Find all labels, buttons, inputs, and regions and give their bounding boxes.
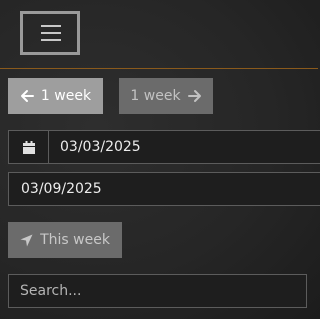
end-date-value: 03/09/2025 <box>21 181 102 197</box>
next-week-button[interactable]: 1 week <box>119 78 213 114</box>
top-navbar <box>0 0 318 69</box>
hamburger-menu-icon <box>41 25 61 27</box>
end-date-field[interactable]: 03/09/2025 <box>8 172 320 206</box>
previous-week-button[interactable]: 1 week <box>8 78 103 114</box>
start-date-value: 03/03/2025 <box>60 139 141 155</box>
this-week-label: This week <box>40 232 110 248</box>
calendar-addon[interactable] <box>9 131 49 163</box>
this-week-button[interactable]: This week <box>8 222 122 258</box>
hamburger-menu-icon-bar <box>41 39 61 41</box>
next-week-label: 1 week <box>130 88 181 104</box>
location-arrow-icon <box>20 234 33 246</box>
arrow-left-icon <box>20 90 34 102</box>
calendar-icon <box>22 140 35 154</box>
menu-toggle-button[interactable] <box>20 11 80 55</box>
arrow-right-icon <box>187 90 201 102</box>
search-input[interactable] <box>8 274 307 308</box>
start-date-field[interactable]: 03/03/2025 <box>8 130 320 164</box>
hamburger-menu-icon-bar <box>41 32 61 34</box>
previous-week-label: 1 week <box>40 88 92 104</box>
